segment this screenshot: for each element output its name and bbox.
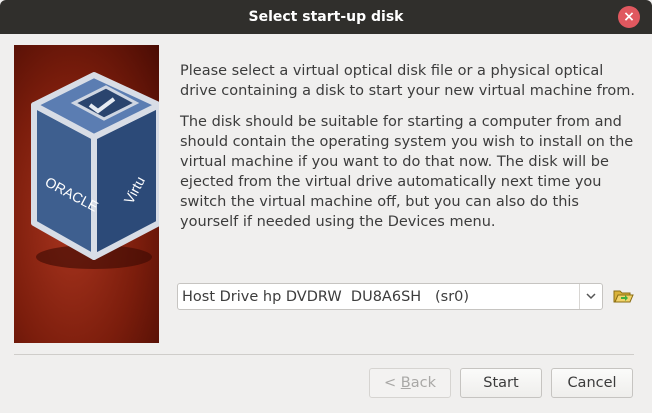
separator	[14, 354, 634, 355]
close-button[interactable]: ×	[618, 6, 640, 28]
dialog-body: ORACLE Virtu Please select a virtual opt…	[0, 34, 652, 413]
start-button-label: Start	[483, 375, 519, 391]
cancel-button-label: Cancel	[567, 375, 617, 391]
start-button[interactable]: Start	[460, 368, 542, 398]
virtualbox-logo-icon: ORACLE Virtu	[31, 72, 159, 269]
back-button[interactable]: < Back	[369, 368, 451, 398]
virtualbox-logo-panel: ORACLE Virtu	[14, 45, 159, 343]
chevron-down-icon[interactable]	[579, 284, 602, 309]
back-button-prefix: <	[384, 375, 401, 391]
instructions: Please select a virtual optical disk fil…	[180, 61, 640, 243]
startup-disk-dropdown[interactable]: Host Drive hp DVDRW DU8A6SH (sr0)	[177, 283, 603, 310]
close-icon: ×	[623, 9, 635, 25]
instruction-paragraph-2: The disk should be suitable for starting…	[180, 114, 634, 230]
title-bar: Select start-up disk ×	[0, 0, 652, 34]
instruction-paragraph-1: Please select a virtual optical disk fil…	[180, 63, 636, 99]
folder-open-icon	[613, 290, 634, 303]
startup-disk-selected: Host Drive hp DVDRW DU8A6SH (sr0)	[182, 288, 470, 305]
cancel-button[interactable]: Cancel	[551, 368, 633, 398]
window-title: Select start-up disk	[248, 9, 404, 25]
back-button-mnemonic: B	[400, 375, 411, 391]
browse-disk-button[interactable]	[612, 286, 634, 306]
back-button-rest: ack	[410, 375, 436, 391]
